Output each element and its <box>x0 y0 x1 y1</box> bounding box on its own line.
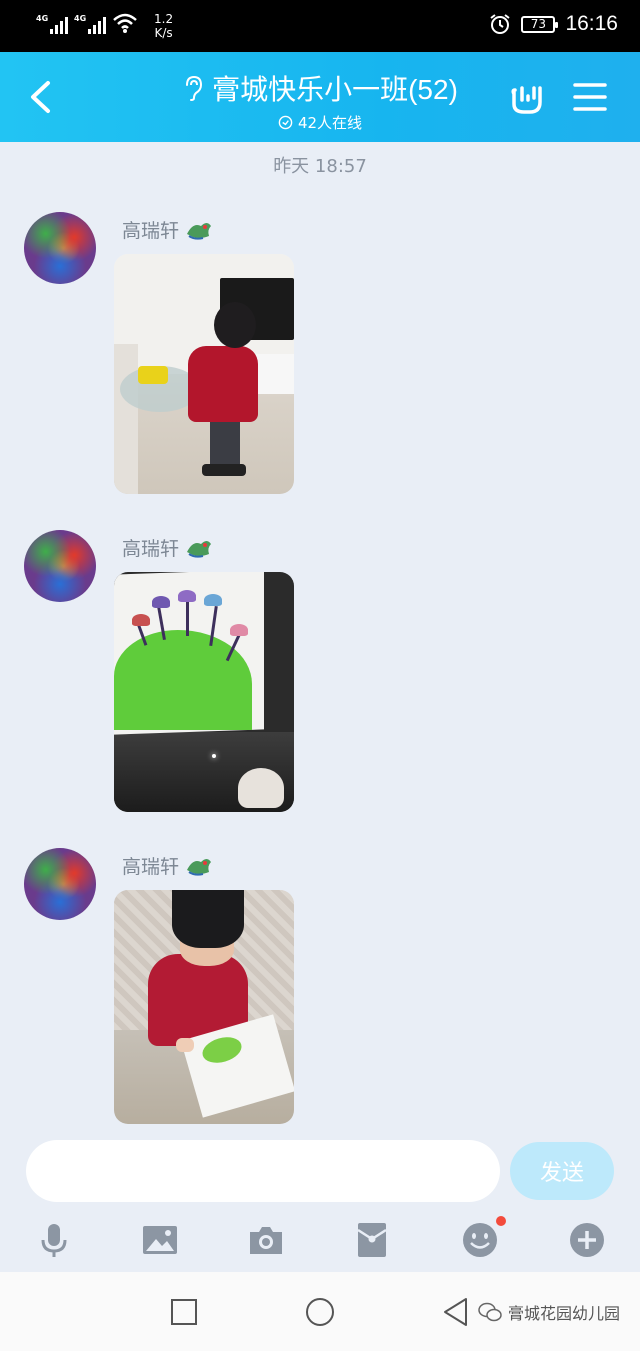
red-packet-button[interactable] <box>350 1218 394 1262</box>
input-toolbar <box>0 1212 640 1272</box>
avatar[interactable] <box>24 848 96 920</box>
avatar[interactable] <box>24 212 96 284</box>
speed-unit: K/s <box>154 26 173 40</box>
sender-label: 高瑞轩 <box>122 220 180 242</box>
battery-indicator: 73 <box>521 15 559 33</box>
sender-name[interactable]: 高瑞轩 <box>122 852 213 879</box>
watermark-label: 膏城花园幼儿园 <box>508 1304 621 1323</box>
message-composer: 发送 <box>0 1130 640 1212</box>
menu-button[interactable] <box>572 80 608 114</box>
sender-name[interactable]: 高瑞轩 <box>122 216 213 243</box>
shared-photo[interactable] <box>114 572 294 812</box>
dragon-badge-icon <box>187 858 212 876</box>
network-speed: 1.2 K/s <box>154 12 173 40</box>
message-input[interactable] <box>26 1140 500 1202</box>
dragon-badge-icon <box>187 222 212 240</box>
ear-icon <box>186 75 203 101</box>
group-title: 膏城快乐小一班(52) <box>212 74 458 105</box>
rock-hand-button[interactable] <box>508 78 546 116</box>
red-packet-icon <box>357 1223 387 1257</box>
network-type-2: 4G <box>74 14 87 23</box>
emoji-button[interactable] <box>458 1216 506 1262</box>
status-bar: 4G 4G 1.2 K/s 73 16:16 <box>0 0 640 52</box>
speed-value: 1.2 <box>154 12 174 26</box>
emoji-icon <box>463 1223 497 1257</box>
chat-header: 膏城快乐小一班(52) 42人在线 <box>0 52 640 142</box>
alarm-icon <box>490 14 511 34</box>
wechat-icon <box>478 1302 502 1322</box>
sender-label: 高瑞轩 <box>122 856 180 878</box>
recents-button[interactable] <box>168 1296 200 1328</box>
microphone-icon <box>41 1224 67 1257</box>
sender-name[interactable]: 高瑞轩 <box>122 534 213 561</box>
wifi-icon <box>113 13 137 33</box>
online-count-label: 42人在线 <box>297 114 363 132</box>
more-button[interactable] <box>565 1218 609 1262</box>
message-timestamp: 昨天 18:57 <box>273 156 367 177</box>
check-circle-icon <box>278 115 293 130</box>
shared-photo[interactable] <box>114 254 294 494</box>
back-nav-button[interactable] <box>440 1296 472 1328</box>
avatar[interactable] <box>24 530 96 602</box>
photo-button[interactable] <box>138 1218 182 1262</box>
camera-icon <box>250 1227 282 1254</box>
plus-icon <box>570 1223 604 1257</box>
network-type-1: 4G <box>36 14 49 23</box>
signal-icon-2: 4G <box>74 12 106 34</box>
system-nav-bar: 膏城花园幼儿园 <box>0 1272 640 1351</box>
clock: 16:16 <box>565 12 618 35</box>
watermark: 膏城花园幼儿园 <box>478 1300 620 1324</box>
home-button[interactable] <box>304 1296 336 1328</box>
notification-dot <box>496 1216 506 1226</box>
send-button[interactable]: 发送 <box>510 1142 614 1200</box>
shared-photo[interactable] <box>114 890 294 1124</box>
group-title-button[interactable]: 膏城快乐小一班(52) <box>182 68 458 108</box>
image-icon <box>143 1226 177 1254</box>
voice-button[interactable] <box>32 1218 76 1262</box>
sender-label: 高瑞轩 <box>122 538 180 560</box>
camera-button[interactable] <box>244 1218 288 1262</box>
dragon-badge-icon <box>187 540 212 558</box>
signal-icon: 4G <box>36 12 68 34</box>
